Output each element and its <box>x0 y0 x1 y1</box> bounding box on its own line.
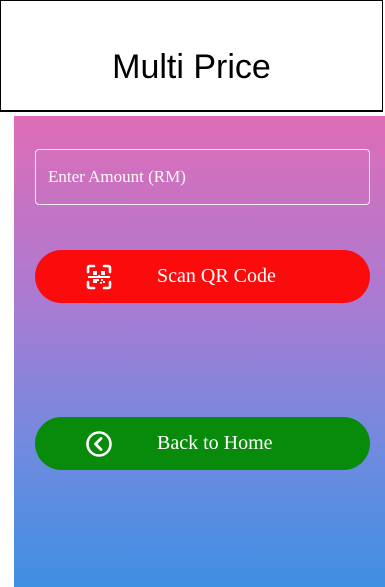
qr-scan-icon <box>86 264 112 290</box>
back-to-home-button[interactable]: Back to Home <box>35 417 370 470</box>
page: Multi Price Enter Amount (RM) Scan QR Co… <box>0 0 385 587</box>
app-header: Multi Price <box>0 0 383 112</box>
scan-qr-label: Scan QR Code <box>157 265 276 287</box>
content-panel: Scan QR Code Back to Home <box>14 116 385 587</box>
page-title: Multi Price <box>112 48 271 86</box>
scan-qr-button[interactable]: Scan QR Code <box>35 250 370 303</box>
amount-input[interactable] <box>35 149 370 205</box>
back-circle-icon <box>86 431 112 457</box>
back-to-home-label: Back to Home <box>157 432 273 454</box>
